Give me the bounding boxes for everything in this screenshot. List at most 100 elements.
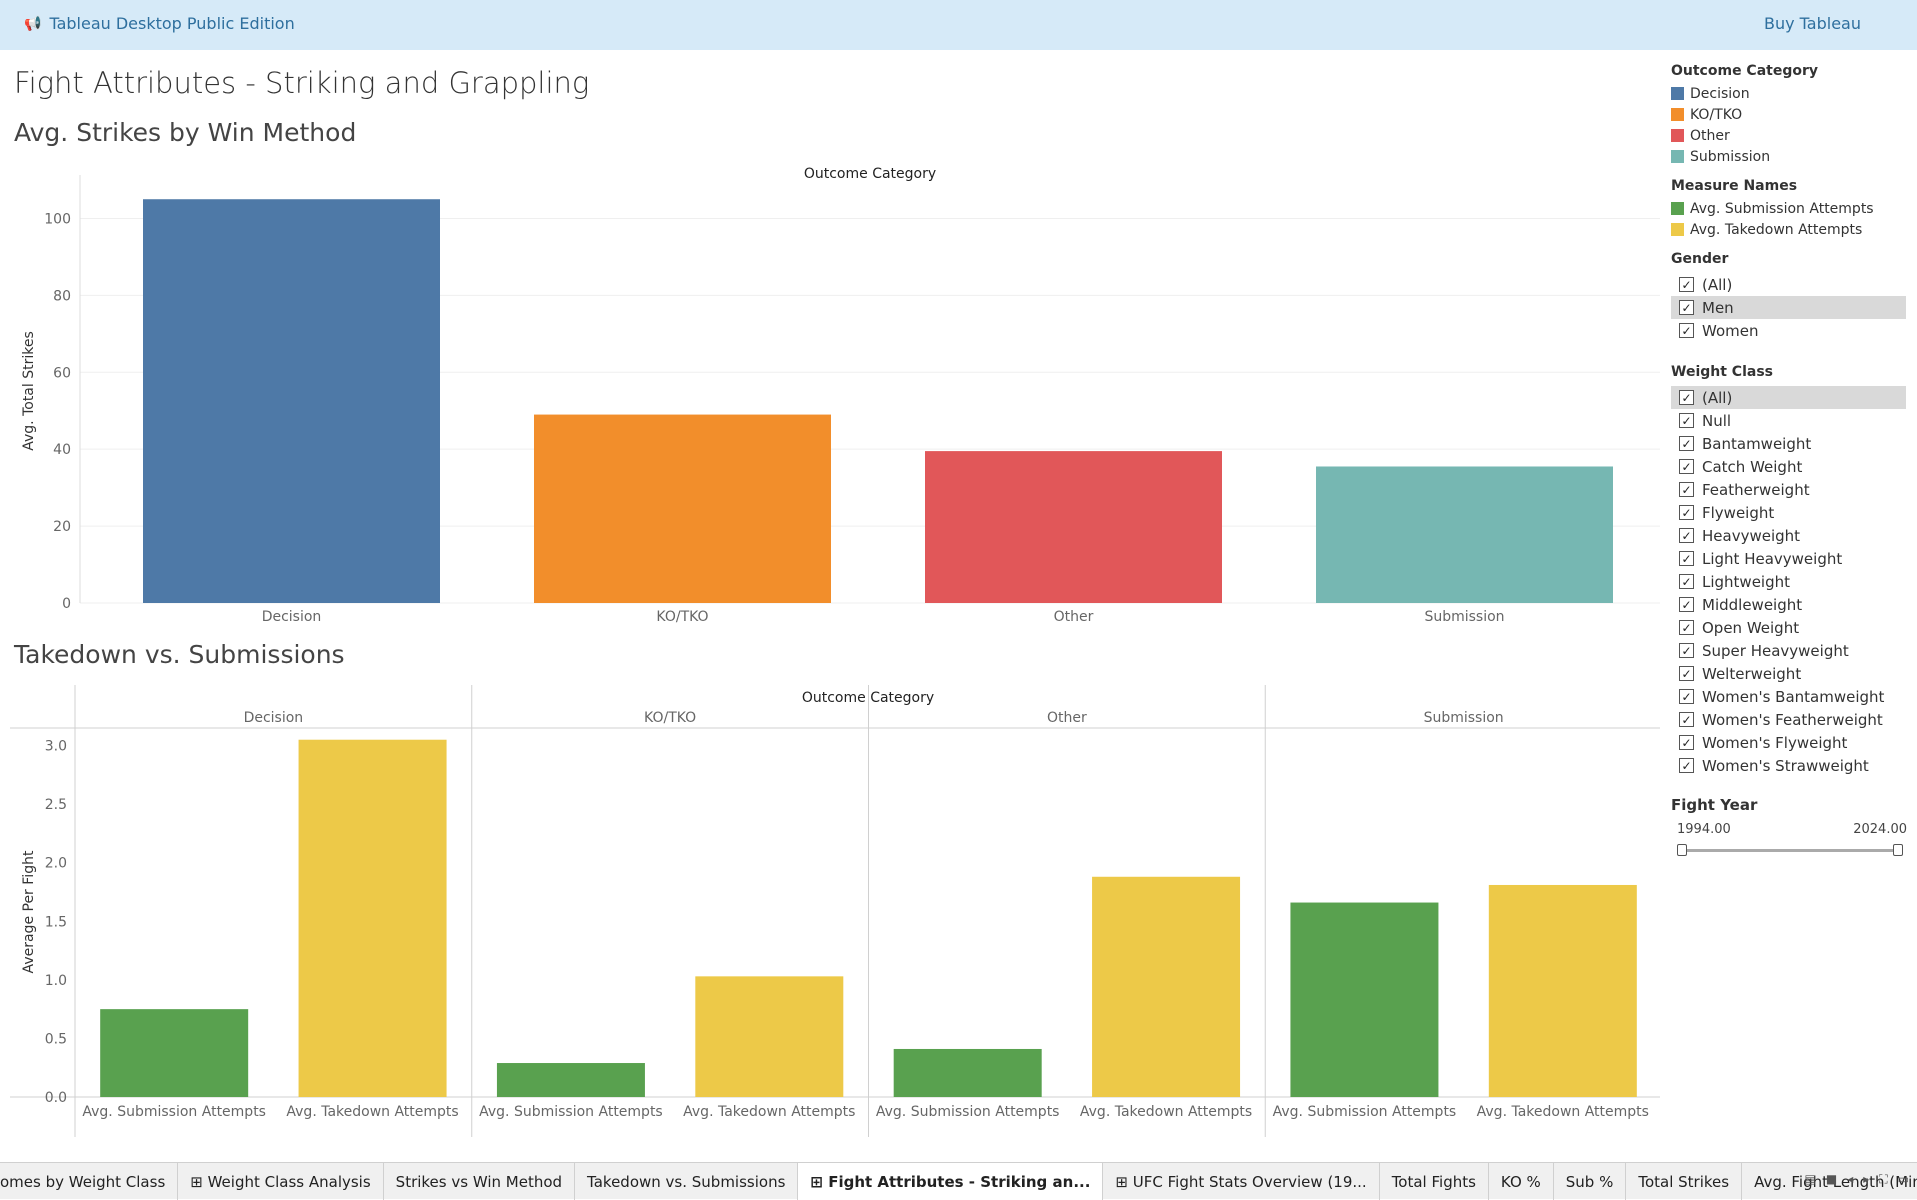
chart1-bar-decision[interactable] bbox=[143, 199, 440, 603]
outcome-legend-item-ko-tko[interactable]: KO/TKO bbox=[1671, 104, 1818, 125]
weight-class-option-women-s-featherweight[interactable]: ✓ Women's Featherweight bbox=[1671, 708, 1906, 731]
checkbox-checked-icon[interactable]: ✓ bbox=[1679, 643, 1694, 658]
weight-class-option-heavyweight[interactable]: ✓ Heavyweight bbox=[1671, 524, 1906, 547]
next-tab-icon[interactable]: ▸ bbox=[1863, 1172, 1869, 1187]
gender-option-men[interactable]: ✓ Men bbox=[1671, 296, 1906, 319]
sheet-tab-takedown-vs-submissions[interactable]: Takedown vs. Submissions bbox=[575, 1163, 799, 1200]
checkbox-checked-icon[interactable]: ✓ bbox=[1679, 574, 1694, 589]
presentation-icon[interactable]: ▭ bbox=[1898, 1172, 1909, 1187]
sheet-tab-sub[interactable]: Sub % bbox=[1554, 1163, 1627, 1200]
checkbox-checked-icon[interactable]: ✓ bbox=[1679, 482, 1694, 497]
checkbox-checked-icon[interactable]: ✓ bbox=[1679, 758, 1694, 773]
sheet-tab-ko[interactable]: KO % bbox=[1489, 1163, 1554, 1200]
checkbox-checked-icon[interactable]: ✓ bbox=[1679, 551, 1694, 566]
chart2-bar-decision-avg-takedown-attempts[interactable] bbox=[298, 739, 447, 1097]
weight-class-option-all[interactable]: ✓ (All) bbox=[1671, 386, 1906, 409]
chart1-ytick: 60 bbox=[53, 365, 71, 381]
checkbox-checked-icon[interactable]: ✓ bbox=[1679, 300, 1694, 315]
fullscreen-icon[interactable]: ⛶ bbox=[1879, 1172, 1887, 1187]
filter-option-label: (All) bbox=[1702, 275, 1733, 294]
checkbox-checked-icon[interactable]: ✓ bbox=[1679, 323, 1694, 338]
prev-tab-icon[interactable]: ◂ bbox=[1847, 1172, 1853, 1187]
measure-legend-item-avg-submission-attempts[interactable]: Avg. Submission Attempts bbox=[1671, 198, 1874, 219]
chart1-bar-submission[interactable] bbox=[1316, 466, 1613, 603]
chart1-ylabel: Avg. Total Strikes bbox=[21, 331, 37, 451]
checkbox-checked-icon[interactable]: ✓ bbox=[1679, 528, 1694, 543]
checkbox-checked-icon[interactable]: ✓ bbox=[1679, 436, 1694, 451]
sheet-tab-label: Total Strikes bbox=[1638, 1173, 1730, 1191]
weight-class-option-super-heavyweight[interactable]: ✓ Super Heavyweight bbox=[1671, 639, 1906, 662]
weight-class-option-women-s-flyweight[interactable]: ✓ Women's Flyweight bbox=[1671, 731, 1906, 754]
fight-year-max-handle[interactable] bbox=[1893, 844, 1903, 856]
fight-year-min: 1994.00 bbox=[1677, 822, 1731, 837]
filter-option-label: Featherweight bbox=[1702, 480, 1810, 499]
weight-class-option-women-s-bantamweight[interactable]: ✓ Women's Bantamweight bbox=[1671, 685, 1906, 708]
filter-option-label: Bantamweight bbox=[1702, 434, 1812, 453]
chart1-bar-ko-tko[interactable] bbox=[534, 414, 831, 603]
checkbox-checked-icon[interactable]: ✓ bbox=[1679, 620, 1694, 635]
chart2-panel-header-submission: Submission bbox=[1424, 710, 1504, 726]
checkbox-checked-icon[interactable]: ✓ bbox=[1679, 413, 1694, 428]
weight-class-option-lightweight[interactable]: ✓ Lightweight bbox=[1671, 570, 1906, 593]
outcome-legend-item-submission[interactable]: Submission bbox=[1671, 146, 1818, 167]
gender-option-women[interactable]: ✓ Women bbox=[1671, 319, 1906, 342]
chart2-bar-other-avg-takedown-attempts[interactable] bbox=[1092, 876, 1241, 1097]
weight-class-option-flyweight[interactable]: ✓ Flyweight bbox=[1671, 501, 1906, 524]
legend-label: Submission bbox=[1690, 148, 1771, 165]
weight-class-option-null[interactable]: ✓ Null bbox=[1671, 409, 1906, 432]
legend-swatch bbox=[1671, 202, 1684, 215]
outcome-legend-item-other[interactable]: Other bbox=[1671, 125, 1818, 146]
sheet-tab-strikes-vs-win-method[interactable]: Strikes vs Win Method bbox=[384, 1163, 576, 1200]
sheet-tab-fight-attributes-striking-an[interactable]: ⊞ Fight Attributes - Striking an... bbox=[798, 1163, 1104, 1200]
weight-class-option-featherweight[interactable]: ✓ Featherweight bbox=[1671, 478, 1906, 501]
sheet-tab-total-fights[interactable]: Total Fights bbox=[1380, 1163, 1489, 1200]
sheet-tab-total-strikes[interactable]: Total Strikes bbox=[1626, 1163, 1743, 1200]
weight-class-option-bantamweight[interactable]: ✓ Bantamweight bbox=[1671, 432, 1906, 455]
checkbox-checked-icon[interactable]: ✓ bbox=[1679, 390, 1694, 405]
filter-option-label: Null bbox=[1702, 411, 1732, 430]
checkbox-checked-icon[interactable]: ✓ bbox=[1679, 277, 1694, 292]
chart2-panel-header-ko-tko: KO/TKO bbox=[644, 710, 696, 726]
checkbox-checked-icon[interactable]: ✓ bbox=[1679, 735, 1694, 750]
fight-year-min-handle[interactable] bbox=[1677, 844, 1687, 856]
legend-label: Avg. Takedown Attempts bbox=[1690, 221, 1863, 238]
legend-swatch bbox=[1671, 150, 1684, 163]
fight-year-slider-track[interactable] bbox=[1677, 844, 1903, 856]
filter-option-label: Catch Weight bbox=[1702, 457, 1803, 476]
chart2-bar-ko-tko-avg-submission-attempts[interactable] bbox=[496, 1063, 645, 1097]
buy-tableau-link[interactable]: Buy Tableau bbox=[1764, 14, 1861, 33]
checkbox-checked-icon[interactable]: ✓ bbox=[1679, 689, 1694, 704]
weight-class-option-middleweight[interactable]: ✓ Middleweight bbox=[1671, 593, 1906, 616]
sheet-tab-label: UFC Fight Stats Overview (19... bbox=[1132, 1173, 1367, 1191]
chart2-bar-submission-avg-submission-attempts[interactable] bbox=[1290, 902, 1439, 1097]
checkbox-checked-icon[interactable]: ✓ bbox=[1679, 597, 1694, 612]
strikes-by-win-method-chart: Outcome Category 0 20 40 60 80 100 Avg. Total S… bbox=[21, 166, 1660, 625]
chart2-bar-submission-avg-takedown-attempts[interactable] bbox=[1488, 884, 1637, 1097]
sheet-tab-ufc-fight-stats-overview-19[interactable]: ⊞ UFC Fight Stats Overview (19... bbox=[1103, 1163, 1380, 1200]
weight-class-option-welterweight[interactable]: ✓ Welterweight bbox=[1671, 662, 1906, 685]
weight-class-option-women-s-strawweight[interactable]: ✓ Women's Strawweight bbox=[1671, 754, 1906, 777]
sheet-tab-weight-class-analysis[interactable]: ⊞ Weight Class Analysis bbox=[178, 1163, 384, 1200]
filmstrip-icon[interactable]: ■ bbox=[1826, 1172, 1837, 1187]
checkbox-checked-icon[interactable]: ✓ bbox=[1679, 459, 1694, 474]
sheet-tab-omes-by-weight-class[interactable]: omes by Weight Class bbox=[0, 1163, 179, 1200]
weight-class-option-open-weight[interactable]: ✓ Open Weight bbox=[1671, 616, 1906, 639]
chart2-bar-other-avg-submission-attempts[interactable] bbox=[893, 1048, 1042, 1097]
chart2-ytick: 0.5 bbox=[45, 1031, 67, 1047]
checkbox-checked-icon[interactable]: ✓ bbox=[1679, 666, 1694, 681]
chart2-bar-ko-tko-avg-takedown-attempts[interactable] bbox=[695, 976, 844, 1097]
checkbox-checked-icon[interactable]: ✓ bbox=[1679, 505, 1694, 520]
checkbox-checked-icon[interactable]: ✓ bbox=[1679, 712, 1694, 727]
outcome-legend-item-decision[interactable]: Decision bbox=[1671, 83, 1818, 104]
chart1-bar-other[interactable] bbox=[925, 451, 1222, 603]
chart1-xtick-submission: Submission bbox=[1424, 609, 1504, 625]
show-sheets-icon[interactable]: ▤ bbox=[1805, 1172, 1816, 1187]
weight-class-option-catch-weight[interactable]: ✓ Catch Weight bbox=[1671, 455, 1906, 478]
measure-legend-item-avg-takedown-attempts[interactable]: Avg. Takedown Attempts bbox=[1671, 219, 1874, 240]
sheet-tab-label: Total Fights bbox=[1391, 1173, 1476, 1191]
weight-class-option-light-heavyweight[interactable]: ✓ Light Heavyweight bbox=[1671, 547, 1906, 570]
legend-swatch bbox=[1671, 87, 1684, 100]
weight-class-filter-title: Weight Class bbox=[1671, 364, 1773, 380]
gender-option-all[interactable]: ✓ (All) bbox=[1671, 273, 1906, 296]
chart2-bar-decision-avg-submission-attempts[interactable] bbox=[100, 1009, 249, 1097]
